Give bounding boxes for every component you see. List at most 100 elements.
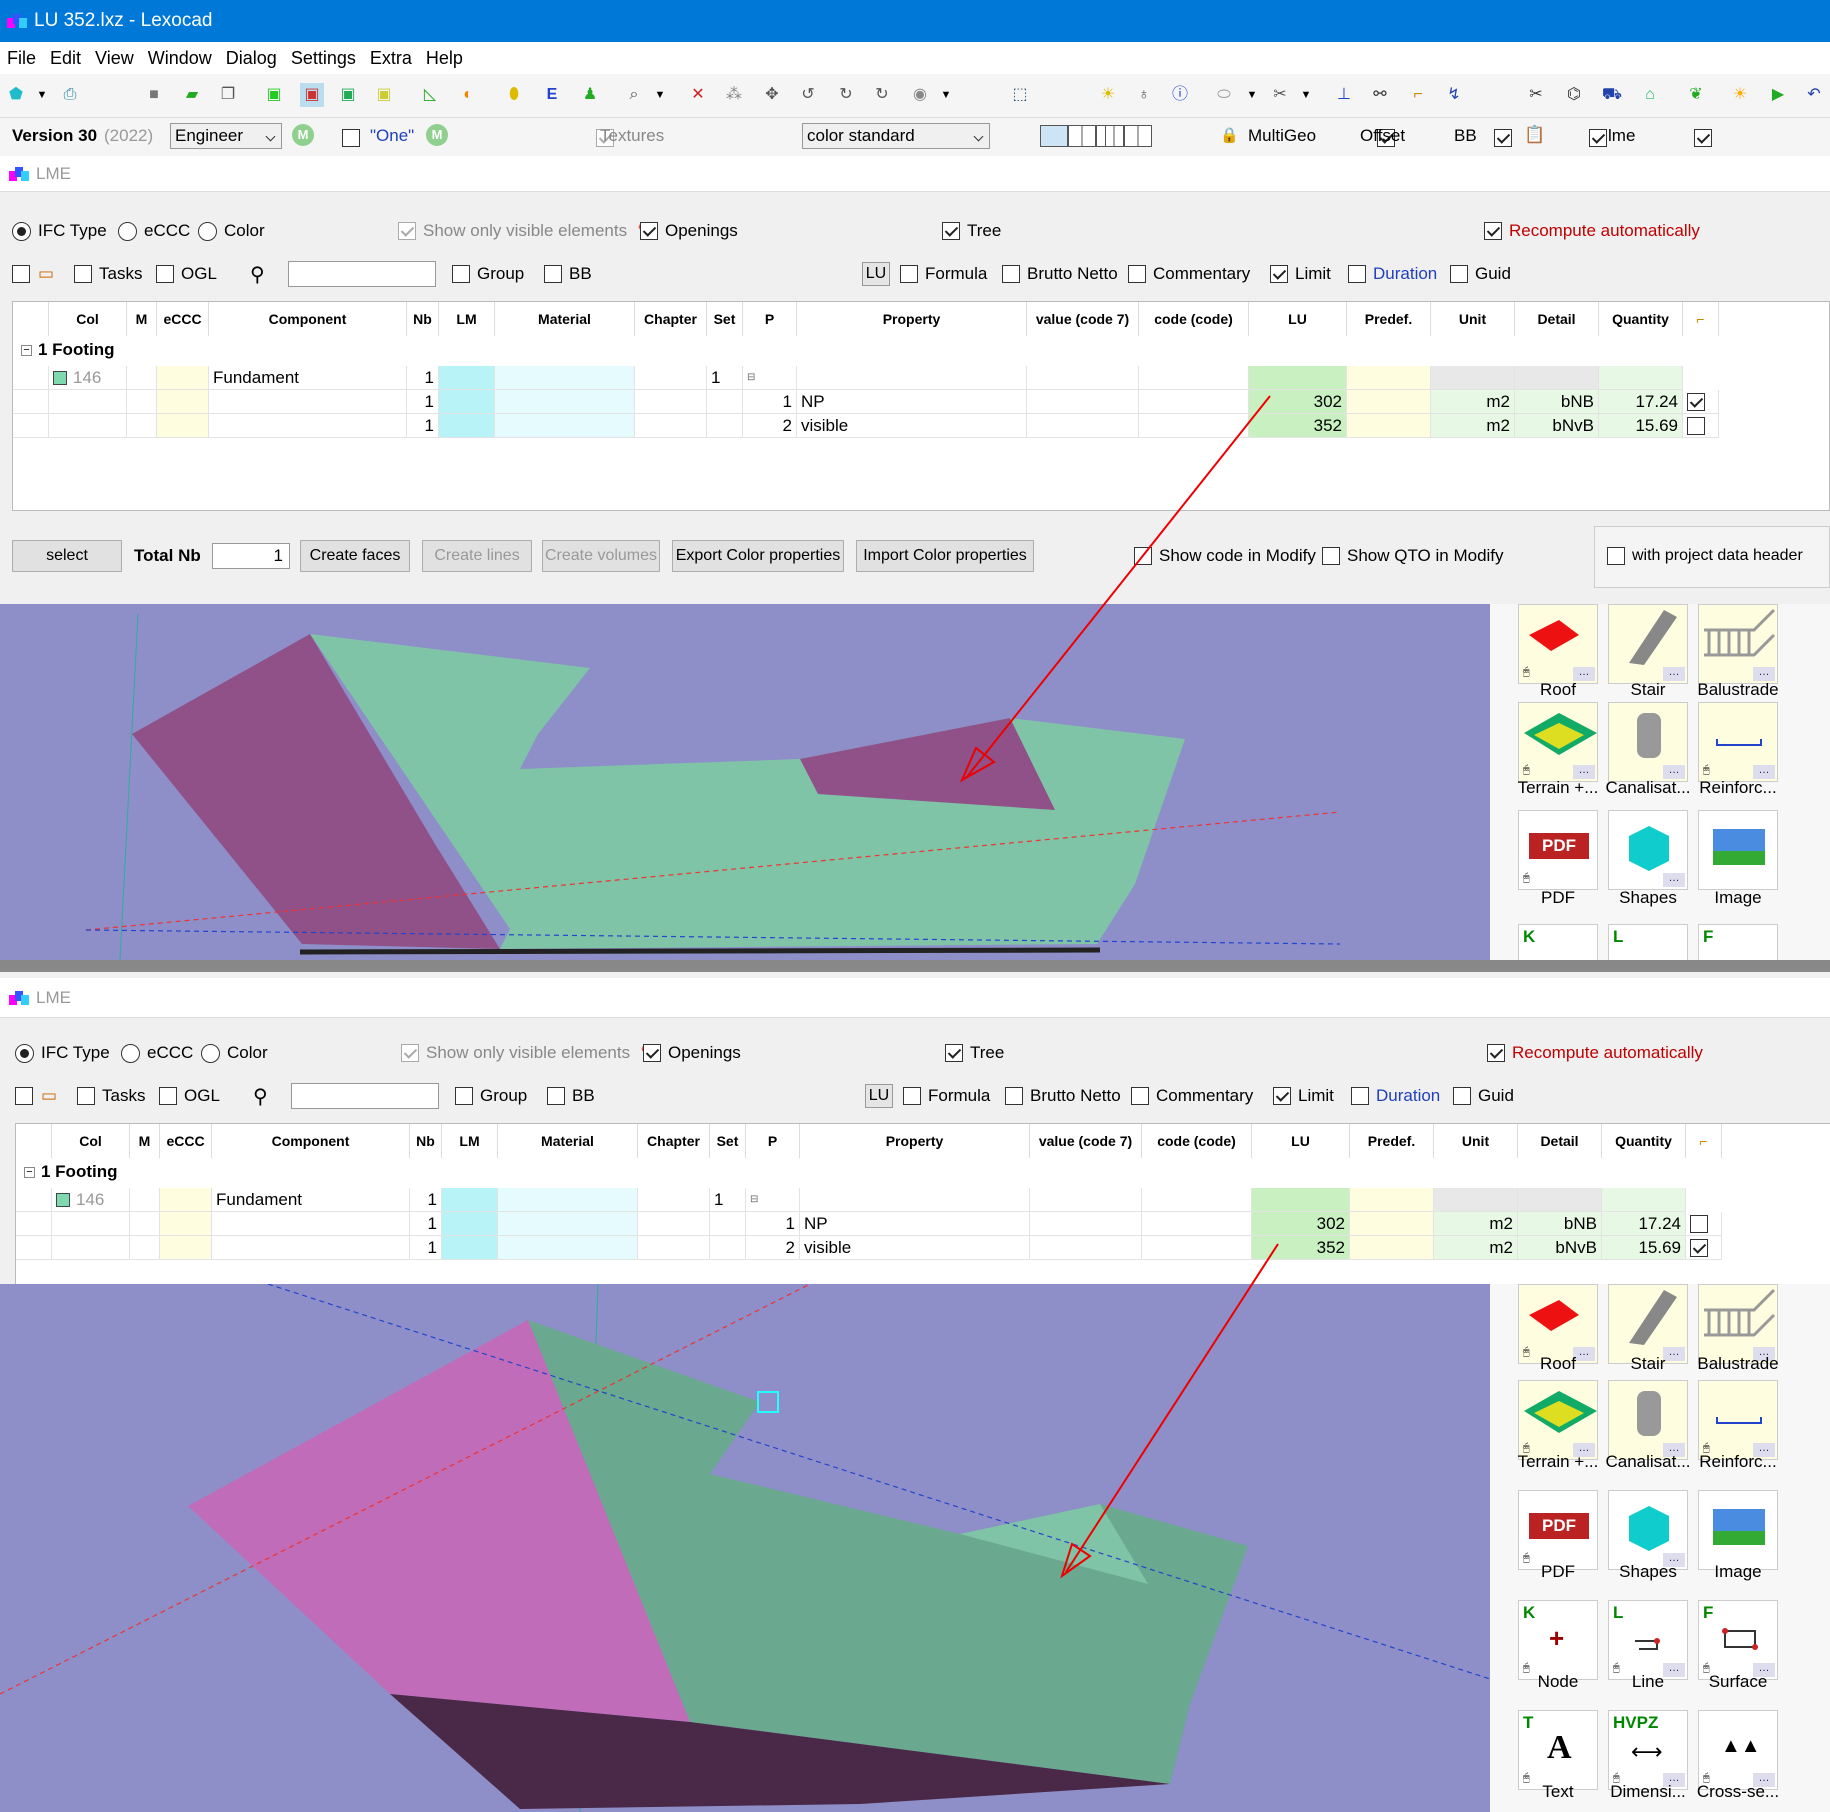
person-icon[interactable]: ♟ <box>578 83 602 107</box>
solid-box-icon[interactable]: ■ <box>142 83 166 107</box>
header-col[interactable]: Col <box>49 302 127 336</box>
header-material[interactable]: Material <box>495 302 635 336</box>
header-property-2[interactable]: Property <box>800 1124 1030 1158</box>
unit-cell[interactable] <box>1431 366 1515 390</box>
cut-dropdown-icon[interactable]: ▼ <box>1294 83 1318 107</box>
row2-material-2[interactable] <box>498 1236 638 1260</box>
menu-file[interactable]: File <box>0 48 43 69</box>
scatter-icon[interactable]: ⁂ <box>722 83 746 107</box>
zoom-dropdown-icon[interactable]: ▼ <box>648 83 672 107</box>
code-cell[interactable] <box>1139 366 1249 390</box>
header-component[interactable]: Component <box>209 302 407 336</box>
pdf-tile-2[interactable]: PDF 🖱 <box>1518 1490 1598 1570</box>
row2-checkbox-2[interactable] <box>1690 1238 1708 1257</box>
image-tile[interactable] <box>1698 810 1778 890</box>
header-detail-2[interactable]: Detail <box>1518 1124 1602 1158</box>
show-visible-checkbox-2[interactable] <box>401 1044 419 1062</box>
export-icon[interactable]: ⎙ <box>58 83 82 107</box>
row1-set-2[interactable] <box>710 1212 746 1236</box>
row2-p-2[interactable]: 2 <box>746 1236 800 1260</box>
lm-cell[interactable] <box>439 366 495 390</box>
frame-icon[interactable]: ⬚ <box>1008 83 1032 107</box>
row1-quantity[interactable]: 17.24 <box>1599 390 1683 414</box>
header-code-code-2[interactable]: code (code) <box>1142 1124 1252 1158</box>
search-icon[interactable]: ⚲ <box>253 1084 268 1109</box>
line-tile[interactable]: L <box>1608 924 1688 960</box>
row2-lm-2[interactable] <box>442 1236 498 1260</box>
header-chapter-2[interactable]: Chapter <box>638 1124 710 1158</box>
header-nb-2[interactable]: Nb <box>410 1124 442 1158</box>
component-cell[interactable]: Fundament <box>209 366 407 390</box>
binoculars-icon[interactable]: ⚯ <box>1368 83 1392 107</box>
set-cell[interactable]: 1 <box>707 366 743 390</box>
ellipse-dropdown-icon[interactable]: ▼ <box>1240 83 1264 107</box>
move-icon[interactable]: ✥ <box>760 83 784 107</box>
header-settings-icon[interactable]: ⌐ <box>1683 302 1719 336</box>
menu-extra[interactable]: Extra <box>363 48 419 69</box>
layers-icon[interactable]: ⬮ <box>502 83 526 107</box>
folder-icon[interactable]: ▭ <box>38 264 54 284</box>
role-select[interactable]: Engineer <box>170 123 282 149</box>
import-color-button[interactable]: Import Color properties <box>856 540 1034 572</box>
canalisation-tile[interactable]: … <box>1608 702 1688 782</box>
header-m-2[interactable]: M <box>130 1124 160 1158</box>
row1-unit-2[interactable]: m2 <box>1434 1212 1518 1236</box>
node-tile[interactable]: K <box>1518 924 1598 960</box>
row2-quantity-2[interactable]: 15.69 <box>1602 1236 1686 1260</box>
row2-lu[interactable]: 352 <box>1249 414 1347 438</box>
search-input-2[interactable] <box>291 1083 439 1109</box>
openings-checkbox[interactable] <box>640 222 658 240</box>
row1-chapter-2[interactable] <box>638 1212 710 1236</box>
lme-checkbox[interactable] <box>1693 128 1712 147</box>
scissors-icon[interactable]: ✂ <box>1524 83 1548 107</box>
header-p-2[interactable]: P <box>746 1124 800 1158</box>
set-cell-2[interactable]: 1 <box>710 1188 746 1212</box>
stair-tile[interactable]: … <box>1608 604 1688 684</box>
lu-cell[interactable] <box>1249 366 1347 390</box>
show-code-checkbox[interactable] <box>1134 547 1152 565</box>
paint-icon[interactable]: ◐ <box>456 83 480 107</box>
header-component-2[interactable]: Component <box>212 1124 410 1158</box>
pdf-tile[interactable]: PDF 🖱 <box>1518 810 1598 890</box>
chapter-cell[interactable] <box>635 366 707 390</box>
dimension-tile[interactable]: HVPZ ⟷ 🖱… <box>1608 1710 1688 1790</box>
more-icon[interactable]: … <box>1663 873 1685 887</box>
predef-cell[interactable] <box>1347 366 1431 390</box>
sun-icon[interactable]: ☀ <box>1728 83 1752 107</box>
limit-checkbox-2[interactable] <box>1273 1087 1291 1105</box>
row1-p[interactable]: 1 <box>743 390 797 414</box>
header-value-code-2[interactable]: value (code 7) <box>1030 1124 1142 1158</box>
header-m[interactable]: M <box>127 302 157 336</box>
row2-code[interactable] <box>1139 414 1249 438</box>
roof-tile[interactable]: 🖱… <box>1518 604 1598 684</box>
green-block-icon[interactable]: ▶ <box>1766 83 1790 107</box>
row1-nb[interactable]: 1 <box>407 390 439 414</box>
row2-property[interactable]: visible <box>797 414 1027 438</box>
color-cell[interactable]: 146 <box>49 366 127 390</box>
color-cell-2[interactable]: 146 <box>52 1188 130 1212</box>
row2-lu-2[interactable]: 352 <box>1252 1236 1350 1260</box>
row1-p-2[interactable]: 1 <box>746 1212 800 1236</box>
duration-checkbox-2[interactable] <box>1351 1087 1369 1105</box>
collapse-icon[interactable]: − <box>21 344 32 356</box>
row2-nb-2[interactable]: 1 <box>410 1236 442 1260</box>
undo-icon[interactable]: ↶ <box>1802 83 1826 107</box>
create-volumes-button[interactable]: Create volumes <box>542 540 660 572</box>
color-radio[interactable] <box>198 221 217 241</box>
terrain-tile[interactable]: 🖱… <box>1518 702 1598 782</box>
more-icon[interactable]: … <box>1753 765 1775 779</box>
header-unit-2[interactable]: Unit <box>1434 1124 1518 1158</box>
row1-lu[interactable]: 302 <box>1249 390 1347 414</box>
bulb-icon[interactable]: ☀ <box>1096 83 1120 107</box>
ogl-checkbox[interactable] <box>156 265 174 283</box>
balustrade-tile[interactable]: … <box>1698 604 1778 684</box>
color-select[interactable]: color standard <box>802 123 990 149</box>
header-material-2[interactable]: Material <box>498 1124 638 1158</box>
rotate-left-icon[interactable]: ↺ <box>796 83 820 107</box>
value-cell-2[interactable] <box>1030 1188 1142 1212</box>
row1-material[interactable] <box>495 390 635 414</box>
layout-three-icon[interactable] <box>1096 125 1124 147</box>
light-info-icon[interactable]: ⓘ <box>1168 83 1192 107</box>
limit-checkbox[interactable] <box>1270 265 1288 283</box>
formula-checkbox[interactable] <box>900 265 918 283</box>
